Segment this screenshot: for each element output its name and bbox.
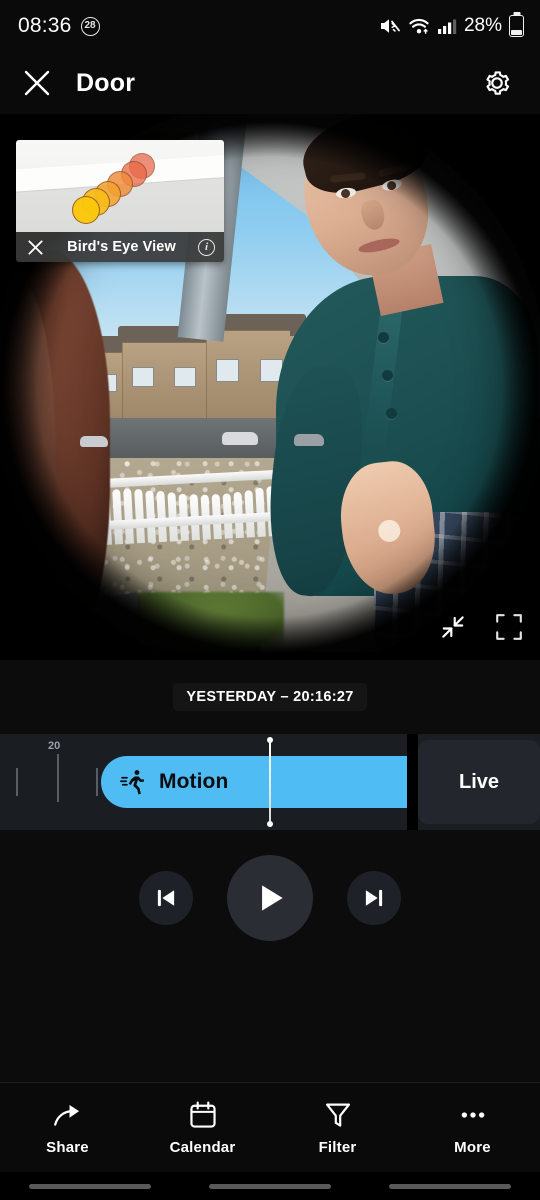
funnel-icon bbox=[325, 1103, 350, 1127]
gear-icon bbox=[486, 71, 510, 95]
fence-picket bbox=[134, 489, 146, 544]
info-icon[interactable]: i bbox=[198, 238, 215, 256]
filter-button[interactable]: Filter bbox=[270, 1083, 405, 1172]
camera-video-player[interactable]: Bird's Eye View i bbox=[0, 114, 540, 660]
collapse-arrows-icon bbox=[442, 616, 464, 638]
play-icon bbox=[262, 884, 283, 911]
fence-picket bbox=[112, 489, 124, 545]
share-button[interactable]: Share bbox=[0, 1083, 135, 1172]
timeline-tick bbox=[16, 768, 18, 796]
skip-next-button[interactable] bbox=[347, 870, 401, 925]
share-label: Share bbox=[46, 1138, 89, 1156]
calendar-button[interactable]: Calendar bbox=[135, 1083, 270, 1172]
timeline-scrubber[interactable]: 20 Motion Live bbox=[0, 734, 540, 830]
battery-icon bbox=[509, 15, 524, 37]
ellipsis-icon bbox=[461, 1111, 484, 1118]
nav-pill[interactable] bbox=[389, 1183, 511, 1189]
timestamp-container: YESTERDAY – 20:16:27 bbox=[0, 660, 540, 734]
timeline-tick bbox=[96, 768, 98, 796]
live-button[interactable]: Live bbox=[418, 740, 540, 824]
birds-eye-view-map bbox=[16, 140, 224, 232]
more-label: More bbox=[454, 1138, 491, 1156]
collapse-button[interactable] bbox=[436, 610, 470, 644]
skip-previous-button[interactable] bbox=[139, 870, 193, 925]
birds-eye-view-overlay[interactable]: Bird's Eye View i bbox=[16, 140, 224, 262]
motion-event-label: Motion bbox=[159, 770, 229, 793]
shirt-button bbox=[378, 332, 389, 343]
motion-track-dot bbox=[72, 196, 100, 224]
status-bar-clock: 08:36 bbox=[18, 14, 72, 37]
status-bar-left: 08:36 28 bbox=[18, 14, 100, 38]
person-at-door bbox=[260, 114, 540, 660]
porch-column bbox=[0, 250, 110, 660]
house-window bbox=[132, 367, 155, 388]
nav-pill[interactable] bbox=[209, 1183, 331, 1189]
timeline-hour-label: 20 bbox=[48, 740, 61, 752]
settings-button[interactable] bbox=[466, 52, 528, 114]
grass-patch bbox=[134, 592, 284, 652]
close-button[interactable] bbox=[6, 52, 68, 114]
video-controls bbox=[436, 610, 526, 644]
timeline-playhead[interactable] bbox=[267, 737, 273, 827]
timeline-gap bbox=[407, 734, 418, 830]
skip-previous-icon bbox=[157, 889, 175, 906]
skip-next-icon bbox=[365, 889, 383, 906]
bottom-navigation: Share Calendar Filter More bbox=[0, 1082, 540, 1172]
fence-picket bbox=[145, 490, 156, 543]
recording-timestamp: YESTERDAY – 20:16:27 bbox=[173, 683, 367, 711]
notification-count-badge: 28 bbox=[80, 16, 100, 36]
parked-car bbox=[80, 436, 108, 447]
share-arrow-icon bbox=[53, 1104, 79, 1126]
fullscreen-frame-icon bbox=[496, 614, 522, 640]
parked-car bbox=[294, 434, 324, 446]
nav-pill[interactable] bbox=[29, 1183, 151, 1189]
status-bar: 08:36 28 28% bbox=[0, 0, 540, 52]
timeline-tick-hour bbox=[57, 754, 59, 802]
house-window bbox=[174, 367, 197, 388]
birds-eye-view-close-button[interactable] bbox=[25, 239, 45, 256]
parked-car bbox=[222, 432, 258, 445]
birds-eye-view-toolbar: Bird's Eye View i bbox=[16, 232, 224, 262]
playback-controls bbox=[0, 845, 540, 950]
live-label: Live bbox=[458, 770, 500, 793]
close-icon bbox=[27, 239, 43, 255]
running-person-icon bbox=[119, 770, 145, 795]
fence-picket bbox=[156, 491, 167, 543]
house-window bbox=[216, 358, 240, 382]
filter-label: Filter bbox=[318, 1138, 357, 1156]
shirt-button bbox=[382, 370, 393, 381]
cellular-signal-icon bbox=[437, 19, 457, 34]
calendar-icon bbox=[189, 1101, 216, 1128]
motion-event-block[interactable]: Motion bbox=[101, 756, 407, 808]
battery-percent-label: 28% bbox=[463, 15, 502, 36]
fullscreen-button[interactable] bbox=[492, 610, 526, 644]
fence-picket bbox=[123, 488, 135, 544]
more-button[interactable]: More bbox=[405, 1083, 540, 1172]
play-button[interactable] bbox=[227, 854, 313, 941]
birds-eye-view-label: Bird's Eye View bbox=[67, 239, 176, 255]
doorbell-camera-screen: 08:36 28 28% Door Bird's Eye View i YEST… bbox=[0, 0, 540, 1200]
mute-icon bbox=[380, 19, 400, 33]
page-title: Door bbox=[76, 68, 136, 97]
calendar-label: Calendar bbox=[169, 1138, 236, 1156]
shirt-button bbox=[386, 408, 397, 419]
system-navigation-bar bbox=[0, 1172, 540, 1200]
status-bar-right: 28% bbox=[379, 15, 524, 37]
app-header: Door bbox=[0, 52, 540, 114]
close-icon bbox=[24, 70, 50, 96]
wifi-icon bbox=[409, 18, 429, 34]
